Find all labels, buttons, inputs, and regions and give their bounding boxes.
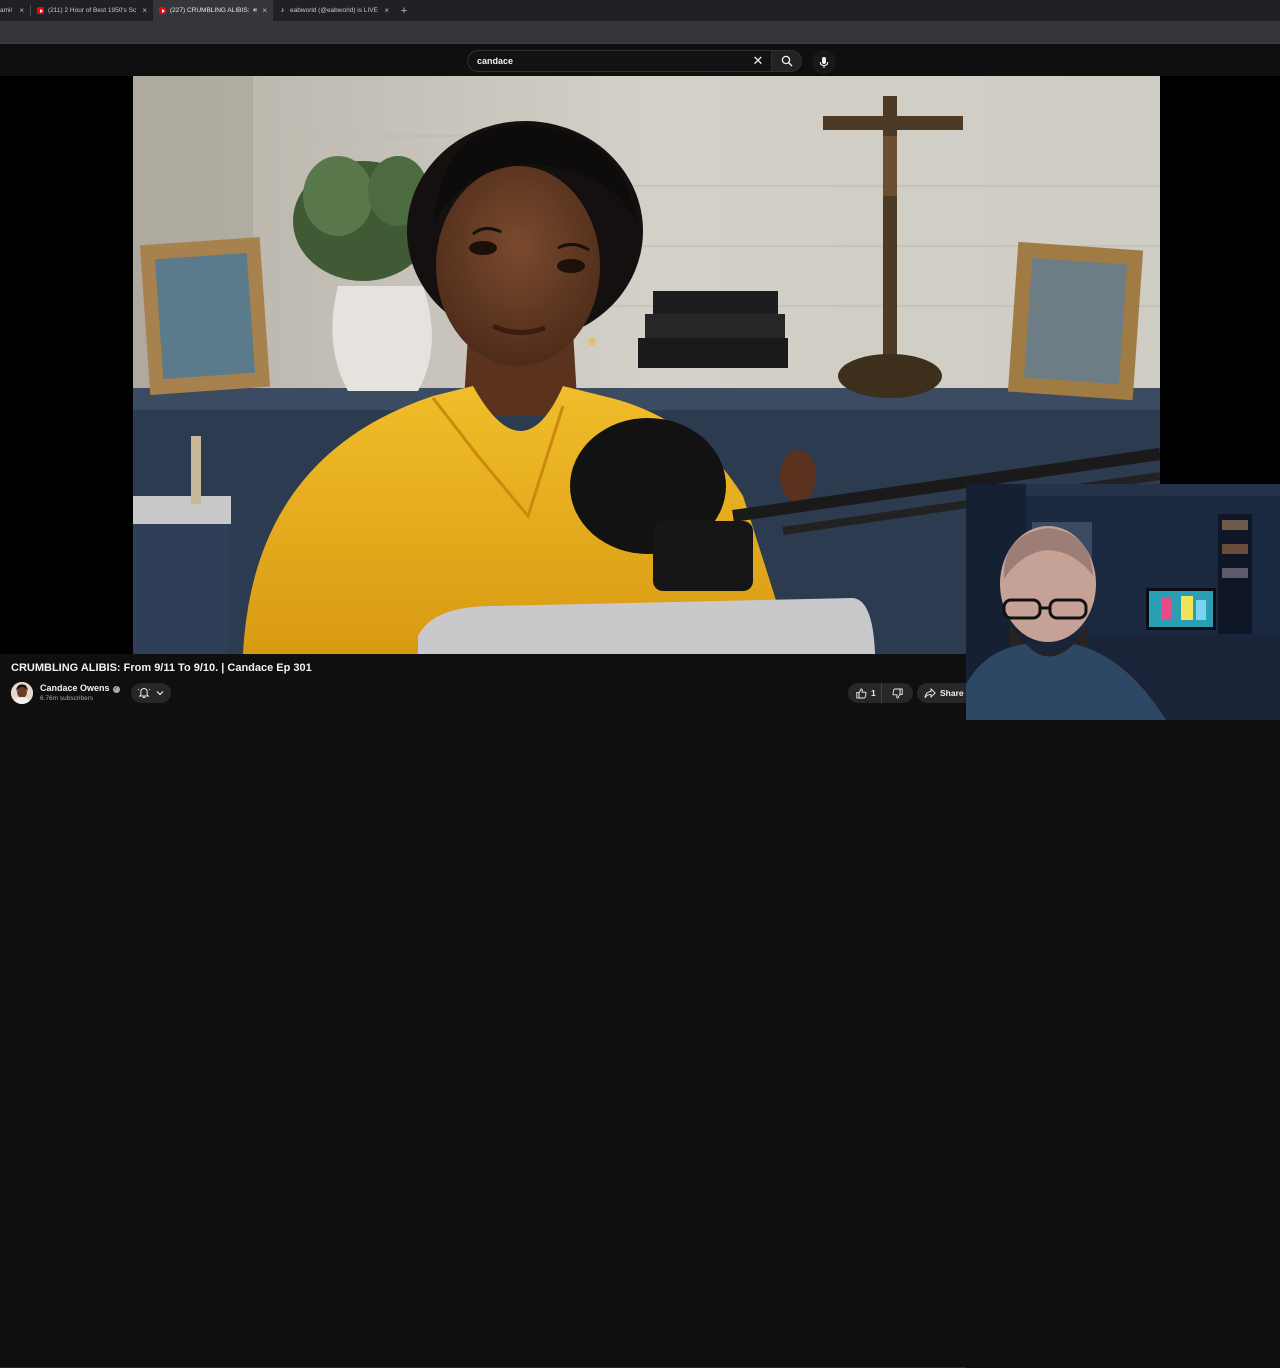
dislike-button[interactable] [882, 683, 913, 703]
close-icon[interactable]: ✕ [750, 53, 766, 69]
tab-close-icon[interactable]: × [19, 6, 24, 15]
tab-close-icon[interactable]: × [262, 6, 267, 15]
like-dislike-group: 1 [848, 683, 913, 703]
search-icon [781, 55, 792, 67]
tab-close-icon[interactable]: × [142, 6, 147, 15]
channel-name-label: Candace Owens [40, 683, 110, 693]
subscriber-count: 6.76m subscribers [40, 695, 94, 702]
share-arrow-icon [924, 687, 936, 698]
tab-title: amil [0, 7, 12, 14]
webcam-overlay [966, 484, 1280, 720]
channel-avatar[interactable] [11, 682, 33, 704]
subscribed-button[interactable] [131, 683, 171, 703]
like-button[interactable]: 1 [848, 683, 882, 703]
browser-tab-2-active[interactable]: (227) CRUMBLING ALIBIS: F 🔊︎ × [153, 0, 273, 21]
tab-title: (227) CRUMBLING ALIBIS: F [170, 7, 249, 14]
new-tab-button[interactable]: + [395, 0, 413, 21]
browser-tab-3[interactable]: ♪ eabworld (@eabworld) is LIVE × [273, 0, 395, 21]
search-button[interactable] [772, 50, 802, 72]
browser-toolbar [0, 21, 1280, 44]
voice-search-button[interactable] [812, 50, 836, 74]
speaker-icon[interactable]: 🔊︎ [253, 7, 257, 15]
browser-tab-strip: amil × (211) 2 Hour of Best 1950's Sc × … [0, 0, 1280, 21]
channel-name[interactable]: Candace Owens ✓ [40, 683, 120, 693]
verified-check-icon: ✓ [112, 686, 120, 693]
bell-icon [138, 687, 150, 699]
webcam-image [966, 484, 1280, 720]
thumbs-up-icon [856, 687, 867, 698]
share-button[interactable]: Share [917, 683, 966, 703]
youtube-header: ✕ [0, 44, 1280, 76]
search-box[interactable]: ✕ [467, 50, 772, 72]
browser-tab-0[interactable]: amil × [0, 0, 30, 21]
chevron-down-icon [156, 691, 164, 696]
tab-title: eabworld (@eabworld) is LIVE [290, 7, 378, 14]
browser-tab-1[interactable]: (211) 2 Hour of Best 1950's Sc × [31, 0, 153, 21]
search-input[interactable] [477, 56, 737, 66]
microphone-icon [819, 56, 829, 68]
video-info-panel: CRUMBLING ALIBIS: From 9/11 To 9/10. | C… [0, 654, 966, 1368]
tab-close-icon[interactable]: × [384, 6, 389, 15]
like-count: 1 [871, 688, 876, 698]
thumbs-down-icon [892, 688, 903, 699]
avatar-image [11, 682, 33, 704]
video-title: CRUMBLING ALIBIS: From 9/11 To 9/10. | C… [11, 662, 312, 674]
tiktok-favicon-icon: ♪ [280, 7, 285, 14]
tab-title: (211) 2 Hour of Best 1950's Sc [48, 7, 137, 14]
youtube-favicon-icon [159, 7, 166, 14]
youtube-favicon-icon [37, 7, 44, 14]
share-label: Share [940, 688, 964, 698]
